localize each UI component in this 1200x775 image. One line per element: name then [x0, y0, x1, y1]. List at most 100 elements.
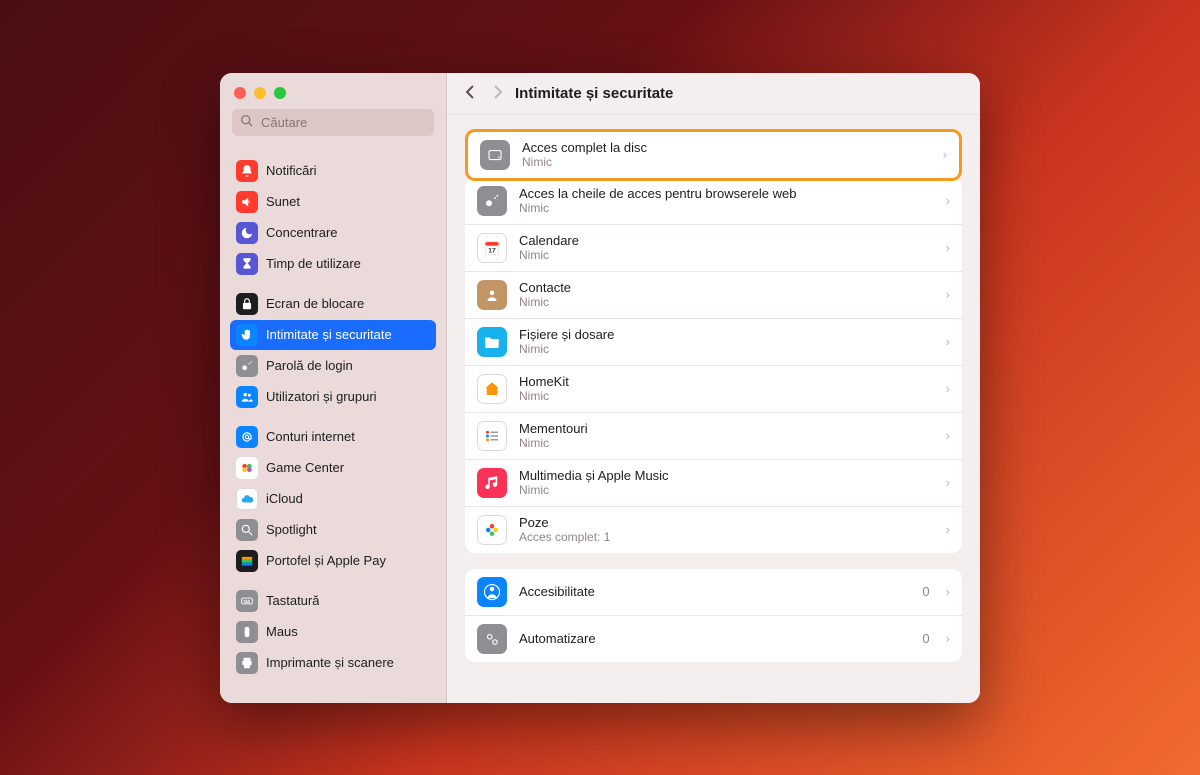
privacy-row[interactable]: 17 CalendareNimic › — [465, 224, 962, 271]
sidebar-item[interactable]: Utilizatori și grupuri — [230, 382, 436, 412]
sidebar-item[interactable]: Parolă de login — [230, 351, 436, 381]
sidebar: Notificări Sunet Concentrare Timp de utiliz… — [220, 73, 447, 703]
moon-icon — [236, 222, 258, 244]
search-input[interactable] — [259, 114, 439, 131]
row-title: Acces complet la disc — [522, 140, 931, 155]
sidebar-item[interactable]: Spotlight — [230, 515, 436, 545]
reminders-icon — [477, 421, 507, 451]
row-title: Acces la cheile de acces pentru browsere… — [519, 186, 934, 201]
privacy-row[interactable]: PozeAcces complet: 1› — [465, 506, 962, 553]
sidebar-item[interactable]: Sunet — [230, 187, 436, 217]
privacy-categories-panel: Acces la cheile de acces pentru browsere… — [465, 178, 962, 553]
calendar-icon: 17 — [477, 233, 507, 263]
sidebar-item-label: Maus — [266, 624, 298, 639]
sidebar-item-label: Parolă de login — [266, 358, 353, 373]
sidebar-item-label: Notificări — [266, 163, 317, 178]
sidebar-item[interactable]: Conturi internet — [230, 422, 436, 452]
row-full-disk-access[interactable]: Acces complet la disc Nimic › — [468, 132, 959, 178]
sidebar-item[interactable]: Timp de utilizare — [230, 249, 436, 279]
sidebar-item[interactable]: Intimitate și securitate — [230, 320, 436, 350]
people-icon — [236, 386, 258, 408]
row-subtitle: Nimic — [519, 295, 934, 309]
folder-icon — [477, 327, 507, 357]
highlighted-row-panel: Acces complet la disc Nimic › — [465, 129, 962, 181]
row-title: Multimedia și Apple Music — [519, 468, 934, 483]
sidebar-item[interactable]: Concentrare — [230, 218, 436, 248]
privacy-row[interactable]: Fișiere și dosareNimic › — [465, 318, 962, 365]
sidebar-item[interactable]: Notificări — [230, 156, 436, 186]
sidebar-item[interactable]: Imprimante și scanere — [230, 648, 436, 678]
search-icon — [236, 519, 258, 541]
privacy-row[interactable]: Multimedia și Apple MusicNimic › — [465, 459, 962, 506]
mouse-icon — [236, 621, 258, 643]
hourglass-icon — [236, 253, 258, 275]
back-button[interactable] — [465, 85, 477, 102]
row-count: 0 — [922, 584, 929, 599]
chevron-right-icon: › — [946, 287, 950, 302]
row-subtitle: Nimic — [519, 436, 934, 450]
bell-icon — [236, 160, 258, 182]
row-count: 0 — [922, 631, 929, 646]
search-field[interactable] — [232, 109, 434, 136]
header: Intimitate și securitate — [447, 73, 980, 115]
contacts-icon — [477, 280, 507, 310]
content-scroll[interactable]: Acces complet la disc Nimic › Acces la c… — [447, 115, 980, 703]
sidebar-item[interactable]: Portofel și Apple Pay — [230, 546, 436, 576]
svg-text:17: 17 — [488, 247, 496, 254]
row-subtitle: Nimic — [522, 155, 931, 169]
chevron-right-icon: › — [943, 147, 947, 162]
row-title: HomeKit — [519, 374, 934, 389]
sidebar-item[interactable]: Ecran de blocare — [230, 289, 436, 319]
privacy-row[interactable]: MementouriNimic› — [465, 412, 962, 459]
chevron-right-icon: › — [946, 240, 950, 255]
privacy-row[interactable]: Acces la cheile de acces pentru browsere… — [465, 178, 962, 224]
row-subtitle: Nimic — [519, 342, 934, 356]
privacy-categories-panel-2: Accesibilitate0›Automatizare0› — [465, 569, 962, 662]
privacy-row[interactable]: ContacteNimic › — [465, 271, 962, 318]
chevron-right-icon: › — [946, 522, 950, 537]
chevron-right-icon: › — [946, 334, 950, 349]
sidebar-list[interactable]: Notificări Sunet Concentrare Timp de utiliz… — [220, 146, 446, 703]
photos-icon — [477, 515, 507, 545]
cloud-icon — [236, 488, 258, 510]
close-button[interactable] — [234, 87, 246, 99]
chevron-right-icon: › — [946, 584, 950, 599]
settings-window: Notificări Sunet Concentrare Timp de utiliz… — [220, 73, 980, 703]
at-icon — [236, 426, 258, 448]
row-subtitle: Nimic — [519, 483, 934, 497]
privacy-row[interactable]: Accesibilitate0› — [465, 569, 962, 615]
sidebar-item-label: Sunet — [266, 194, 300, 209]
minimize-button[interactable] — [254, 87, 266, 99]
row-title: Calendare — [519, 233, 934, 248]
hand-icon — [236, 324, 258, 346]
sidebar-item-label: Ecran de blocare — [266, 296, 364, 311]
sidebar-item-label: Concentrare — [266, 225, 338, 240]
row-title: Automatizare — [519, 631, 910, 646]
nav-buttons — [465, 85, 503, 102]
zoom-button[interactable] — [274, 87, 286, 99]
key-icon — [477, 186, 507, 216]
forward-button[interactable] — [491, 85, 503, 102]
gc-icon — [236, 457, 258, 479]
music-icon — [477, 468, 507, 498]
sidebar-item[interactable]: Tastatură — [230, 586, 436, 616]
chevron-right-icon: › — [946, 193, 950, 208]
row-subtitle: Nimic — [519, 201, 934, 215]
main-pane: Intimitate și securitate Acces complet l… — [447, 73, 980, 703]
row-subtitle: Nimic — [519, 248, 934, 262]
row-title: Contacte — [519, 280, 934, 295]
sidebar-item[interactable]: Maus — [230, 617, 436, 647]
chevron-right-icon: › — [946, 475, 950, 490]
sidebar-item-label: Portofel și Apple Pay — [266, 553, 386, 568]
privacy-row[interactable]: HomeKitNimic› — [465, 365, 962, 412]
lock-icon — [236, 293, 258, 315]
search-icon — [240, 114, 253, 130]
sidebar-item[interactable]: iCloud — [230, 484, 436, 514]
chevron-right-icon: › — [946, 428, 950, 443]
privacy-row[interactable]: Automatizare0› — [465, 615, 962, 662]
row-title: Poze — [519, 515, 934, 530]
sidebar-item-label: Conturi internet — [266, 429, 355, 444]
sidebar-item-label: Game Center — [266, 460, 344, 475]
row-title: Fișiere și dosare — [519, 327, 934, 342]
sidebar-item[interactable]: Game Center — [230, 453, 436, 483]
